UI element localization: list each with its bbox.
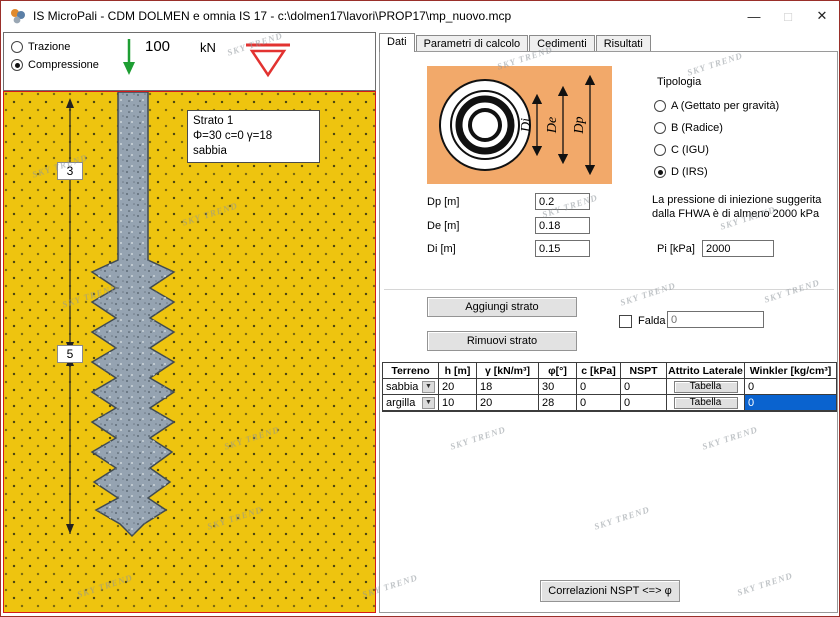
diagram-label-di: Di	[519, 118, 534, 133]
cell-h[interactable]: 10	[439, 395, 477, 411]
diagram-label-de: De	[545, 117, 560, 134]
table-header-row: Terreno h [m] γ [kN/m³] φ[°] c [kPa] NSP…	[383, 363, 836, 379]
radio-tipologia-b-label: B (Radice)	[671, 122, 723, 134]
cell-gamma[interactable]: 20	[477, 395, 539, 411]
radio-trazione[interactable]: Trazione	[11, 41, 70, 53]
cell-attrito: Tabella	[667, 379, 745, 395]
radio-icon	[11, 59, 23, 71]
depth-label-3: 3	[57, 162, 83, 180]
green-down-arrow-icon	[116, 36, 142, 81]
radio-icon	[11, 41, 23, 53]
header-phi: φ[°]	[539, 363, 577, 379]
remove-stratum-button[interactable]: Rimuovi strato	[427, 331, 577, 351]
table-row: argilla ▼ 10 20 28 0 0 Tabella 0	[383, 395, 836, 411]
radio-icon	[654, 122, 666, 134]
titlebar: IS MicroPali - CDM DOLMEN e omnia IS 17 …	[1, 1, 839, 31]
pi-label: Pi [kPa]	[657, 243, 695, 255]
terreno-value: sabbia	[386, 381, 418, 393]
add-stratum-button[interactable]: Aggiungi strato	[427, 297, 577, 317]
fhwa-pressure-note: La pressione di iniezione suggerita dall…	[652, 193, 840, 222]
di-input[interactable]	[535, 240, 590, 257]
header-winkler: Winkler [kg/cm³]	[745, 363, 836, 379]
radio-trazione-label: Trazione	[28, 41, 70, 53]
window-controls: — □ ✕	[737, 1, 839, 31]
cell-nspt[interactable]: 0	[621, 379, 667, 395]
cell-winkler[interactable]: 0	[745, 395, 836, 411]
di-label: Di [m]	[427, 243, 456, 255]
cell-attrito: Tabella	[667, 395, 745, 411]
annotation-line1: Strato 1	[193, 114, 314, 129]
cell-gamma[interactable]: 18	[477, 379, 539, 395]
cell-c[interactable]: 0	[577, 395, 621, 411]
cell-terreno-combobox[interactable]: argilla ▼	[383, 395, 439, 411]
tab-strip: Dati Parametri di calcolo Cedimenti Risu…	[379, 33, 652, 52]
header-h: h [m]	[439, 363, 477, 379]
load-panel: Trazione Compressione 100 kN	[3, 32, 376, 91]
radio-icon	[654, 166, 666, 178]
app-icon	[9, 7, 27, 25]
cell-terreno-combobox[interactable]: sabbia ▼	[383, 379, 439, 395]
cell-phi[interactable]: 28	[539, 395, 577, 411]
radio-tipologia-c-label: C (IGU)	[671, 144, 709, 156]
close-button[interactable]: ✕	[805, 1, 839, 31]
dp-label: Dp [m]	[427, 196, 459, 208]
chevron-down-icon[interactable]: ▼	[422, 381, 435, 393]
load-value: 100	[145, 38, 170, 55]
radio-tipologia-d[interactable]: D (IRS)	[654, 166, 708, 178]
header-gamma: γ [kN/m³]	[477, 363, 539, 379]
terreno-value: argilla	[386, 397, 415, 409]
radio-tipologia-a[interactable]: A (Gettato per gravità)	[654, 100, 779, 112]
nspt-correlation-button[interactable]: Correlazioni NSPT <=> φ	[540, 580, 680, 602]
pile-section-diagram: Di De Dp	[427, 66, 612, 184]
app-window: IS MicroPali - CDM DOLMEN e omnia IS 17 …	[0, 0, 840, 617]
radio-tipologia-d-label: D (IRS)	[671, 166, 708, 178]
depth-label-5: 5	[57, 345, 83, 363]
cell-c[interactable]: 0	[577, 379, 621, 395]
cell-h[interactable]: 20	[439, 379, 477, 395]
soil-drawing: 3 5 Strato 1 Φ=30 c=0 γ=18 sabbia	[3, 91, 376, 613]
tabella-button[interactable]: Tabella	[674, 397, 738, 409]
minimize-button[interactable]: —	[737, 1, 771, 31]
falda-label: Falda	[638, 315, 666, 327]
load-symbol-icon	[242, 39, 294, 86]
falda-checkbox[interactable]	[619, 315, 632, 328]
load-unit: kN	[200, 40, 216, 55]
radio-icon	[654, 100, 666, 112]
radio-tipologia-b[interactable]: B (Radice)	[654, 122, 723, 134]
tab-risultati[interactable]: Risultati	[596, 35, 651, 52]
tipologia-title: Tipologia	[657, 76, 701, 88]
radio-tipologia-a-label: A (Gettato per gravità)	[671, 100, 779, 112]
maximize-button[interactable]: □	[771, 1, 805, 31]
radio-compressione[interactable]: Compressione	[11, 59, 99, 71]
de-label: De [m]	[427, 220, 459, 232]
divider	[384, 289, 834, 290]
radio-compressione-label: Compressione	[28, 59, 99, 71]
annotation-line2: Φ=30 c=0 γ=18	[193, 129, 314, 144]
chevron-down-icon[interactable]: ▼	[422, 397, 435, 409]
header-nspt: NSPT	[621, 363, 667, 379]
header-attrito-laterale: Attrito Laterale	[667, 363, 745, 379]
stratum-annotation: Strato 1 Φ=30 c=0 γ=18 sabbia	[187, 110, 320, 163]
tab-dati[interactable]: Dati	[379, 33, 415, 52]
dati-pane: Di De Dp Tipologia A (Gettato per gravit…	[379, 51, 838, 613]
de-input[interactable]	[535, 217, 590, 234]
tabella-button[interactable]: Tabella	[674, 381, 738, 393]
tab-parametri-di-calcolo[interactable]: Parametri di calcolo	[416, 35, 529, 52]
cell-phi[interactable]: 30	[539, 379, 577, 395]
table-row: sabbia ▼ 20 18 30 0 0 Tabella 0	[383, 379, 836, 395]
dp-input[interactable]	[535, 193, 590, 210]
window-title: IS MicroPali - CDM DOLMEN e omnia IS 17 …	[33, 9, 511, 23]
annotation-line3: sabbia	[193, 144, 314, 159]
falda-input[interactable]	[667, 311, 764, 328]
tab-cedimenti[interactable]: Cedimenti	[529, 35, 595, 52]
radio-icon	[654, 144, 666, 156]
header-c: c [kPa]	[577, 363, 621, 379]
diagram-label-dp: Dp	[572, 116, 587, 134]
radio-tipologia-c[interactable]: C (IGU)	[654, 144, 709, 156]
cell-nspt[interactable]: 0	[621, 395, 667, 411]
header-terreno: Terreno	[383, 363, 439, 379]
cell-winkler[interactable]: 0	[745, 379, 836, 395]
pi-input[interactable]	[702, 240, 774, 257]
strata-table: Terreno h [m] γ [kN/m³] φ[°] c [kPa] NSP…	[382, 362, 837, 412]
